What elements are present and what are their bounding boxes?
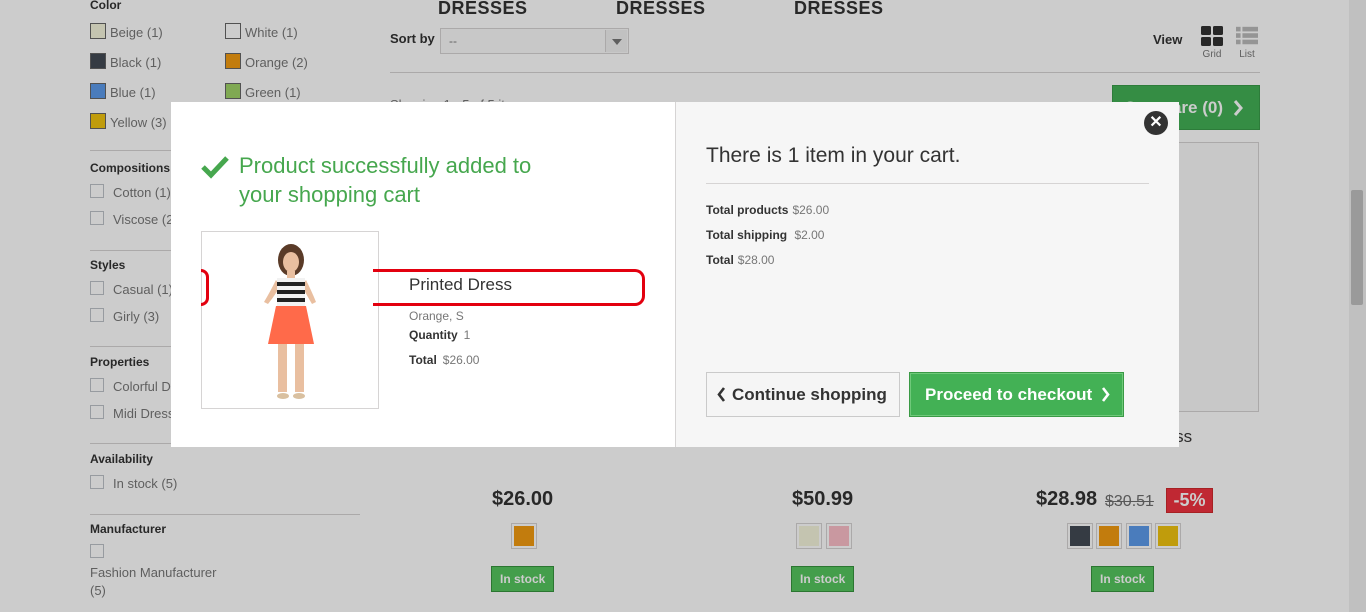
cart-product-name: Printed Dress <box>409 275 512 294</box>
dress-model-image <box>202 232 378 408</box>
product-thumbnail <box>201 231 379 409</box>
add-to-cart-modal: Product successfully added to your shopp… <box>171 102 1179 447</box>
total-label: Total <box>409 353 437 367</box>
total-value: $26.00 <box>442 353 480 367</box>
proceed-to-checkout-button[interactable]: Proceed to checkout <box>909 372 1124 417</box>
highlight-annotation <box>201 269 209 306</box>
close-icon[interactable]: ✕ <box>1144 111 1168 135</box>
continue-shopping-label: Continue shopping <box>732 384 887 404</box>
continue-shopping-button[interactable]: Continue shopping <box>706 372 900 417</box>
total-products-line: Total products $26.00 <box>706 203 829 217</box>
quantity-label: Quantity <box>409 328 458 342</box>
cart-summary-divider <box>706 183 1149 184</box>
cart-summary-title: There is 1 item in your cart. <box>706 144 961 167</box>
total-shipping-line: Total shipping $2.00 <box>706 228 824 242</box>
cart-product-total: Total $26.00 <box>409 353 479 367</box>
chevron-left-icon <box>717 387 726 402</box>
success-message: Product successfully added to your shopp… <box>239 153 532 207</box>
quantity-value: 1 <box>463 328 471 342</box>
total-shipping-value: $2.00 <box>794 228 825 242</box>
total-products-value: $26.00 <box>792 203 830 217</box>
cart-product-quantity: Quantity 1 <box>409 328 470 342</box>
cart-summary-panel: There is 1 item in your cart. Total prod… <box>675 102 1179 447</box>
total-shipping-label: Total shipping <box>706 228 788 242</box>
cart-total-line: Total $28.00 <box>706 253 774 267</box>
checkmark-icon <box>201 156 229 179</box>
cart-total-value: $28.00 <box>737 253 775 267</box>
cart-total-label: Total <box>706 253 734 267</box>
chevron-right-icon <box>1102 387 1110 402</box>
proceed-to-checkout-label: Proceed to checkout <box>925 384 1093 404</box>
total-products-label: Total products <box>706 203 789 217</box>
cart-product-attributes: Orange, S <box>409 309 464 323</box>
